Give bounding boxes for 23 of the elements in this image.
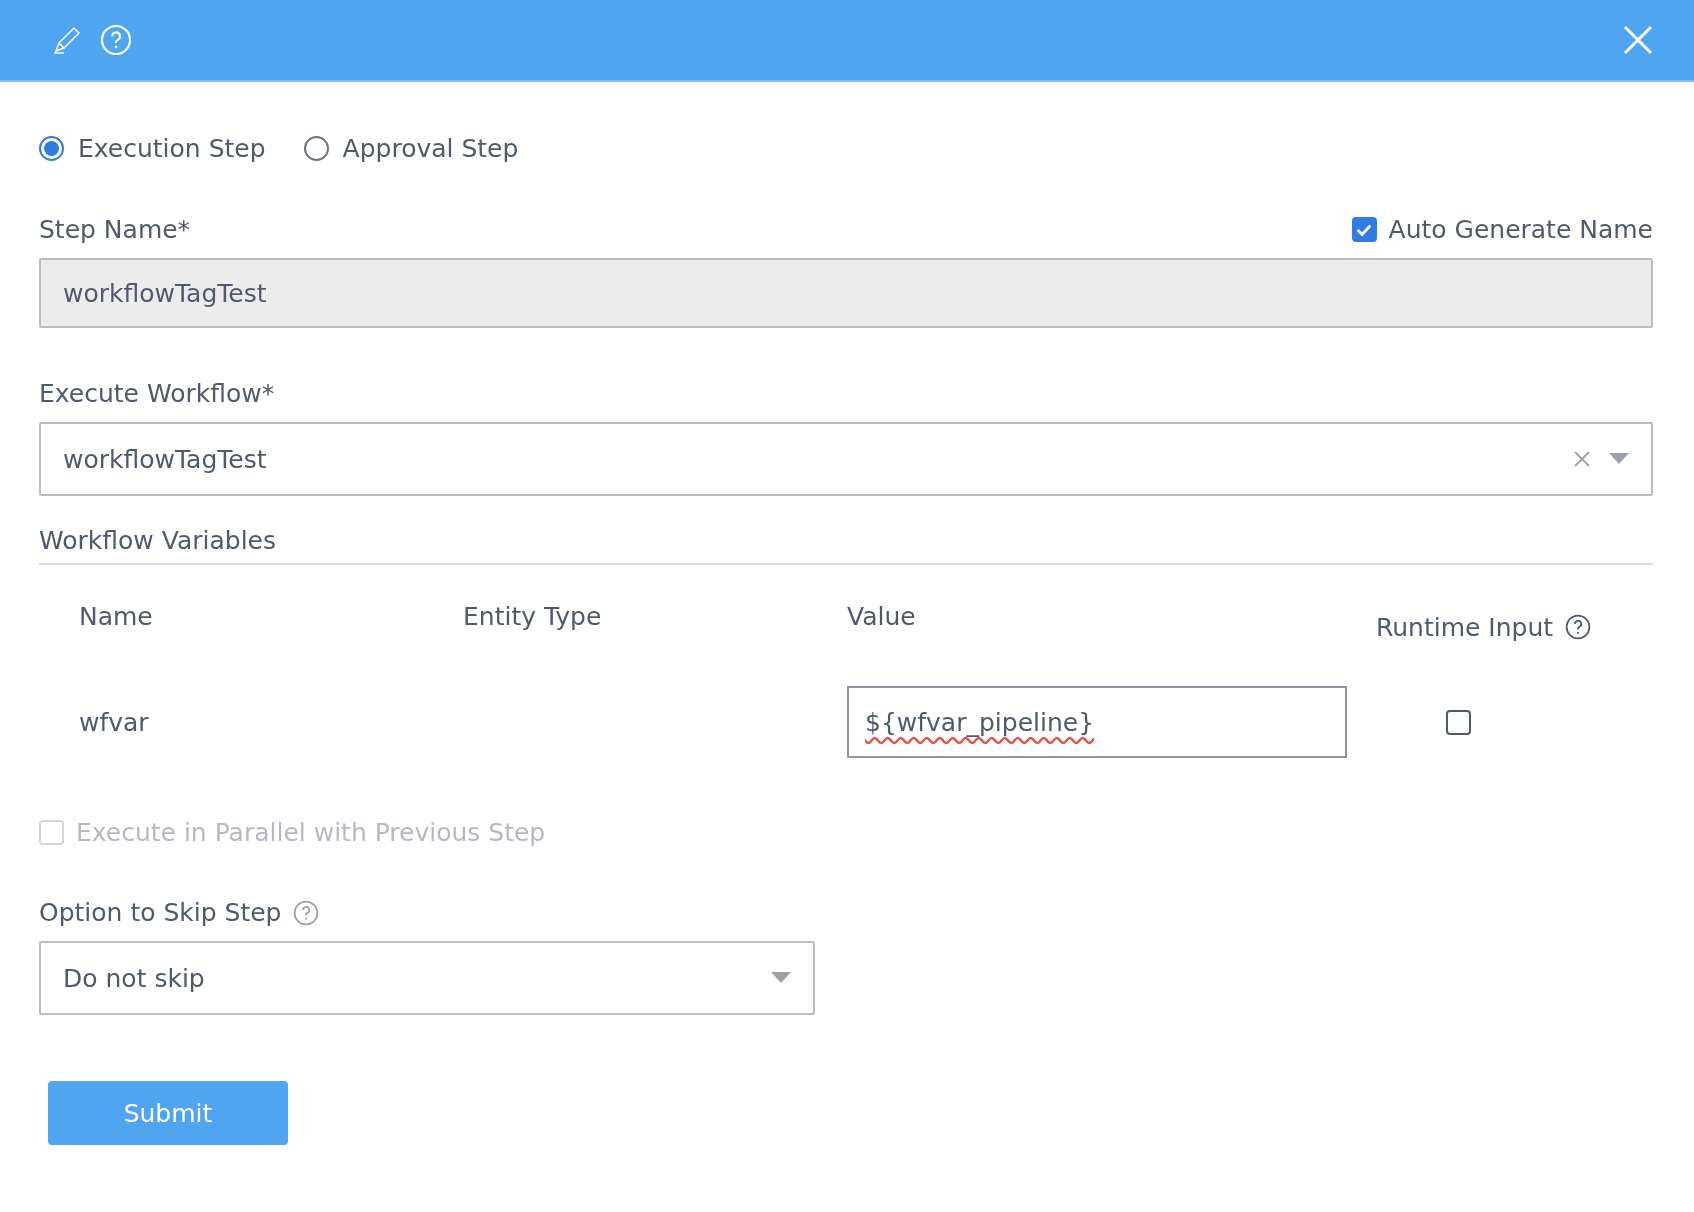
column-header: Name bbox=[79, 600, 154, 633]
step-name-field[interactable]: workflowTagTest bbox=[39, 258, 1653, 328]
section-title: Workflow Variables bbox=[39, 526, 1653, 565]
step-type-radio[interactable]: Approval Step bbox=[303, 133, 519, 163]
close-icon[interactable] bbox=[1622, 24, 1654, 56]
skip-option-select[interactable]: Do not skip bbox=[39, 941, 815, 1015]
field-label: Execute Workflow* bbox=[39, 379, 275, 408]
column-header: Value bbox=[847, 600, 917, 633]
help-icon[interactable] bbox=[1565, 614, 1592, 640]
auto-generate-checkbox[interactable]: Auto Generate Name bbox=[1351, 215, 1653, 244]
pencil-icon[interactable] bbox=[52, 25, 82, 55]
table-cell-text: wfvar bbox=[79, 706, 150, 739]
clear-icon[interactable] bbox=[1573, 450, 1591, 468]
field-label: Step Name* bbox=[39, 215, 191, 244]
runtime-input-checkbox[interactable] bbox=[1446, 709, 1471, 735]
caret-icon[interactable] bbox=[771, 972, 791, 984]
value-field[interactable]: ${wfvar_pipeline} bbox=[847, 686, 1347, 758]
column-header: Entity Type bbox=[463, 600, 603, 633]
caret-icon[interactable] bbox=[1609, 453, 1629, 465]
workflow-select[interactable]: workflowTagTest bbox=[39, 422, 1653, 496]
column-header: Runtime Input bbox=[1376, 587, 1653, 667]
field-label: Option to Skip Step bbox=[39, 898, 282, 927]
step-type-radio[interactable]: Execution Step bbox=[39, 133, 266, 163]
